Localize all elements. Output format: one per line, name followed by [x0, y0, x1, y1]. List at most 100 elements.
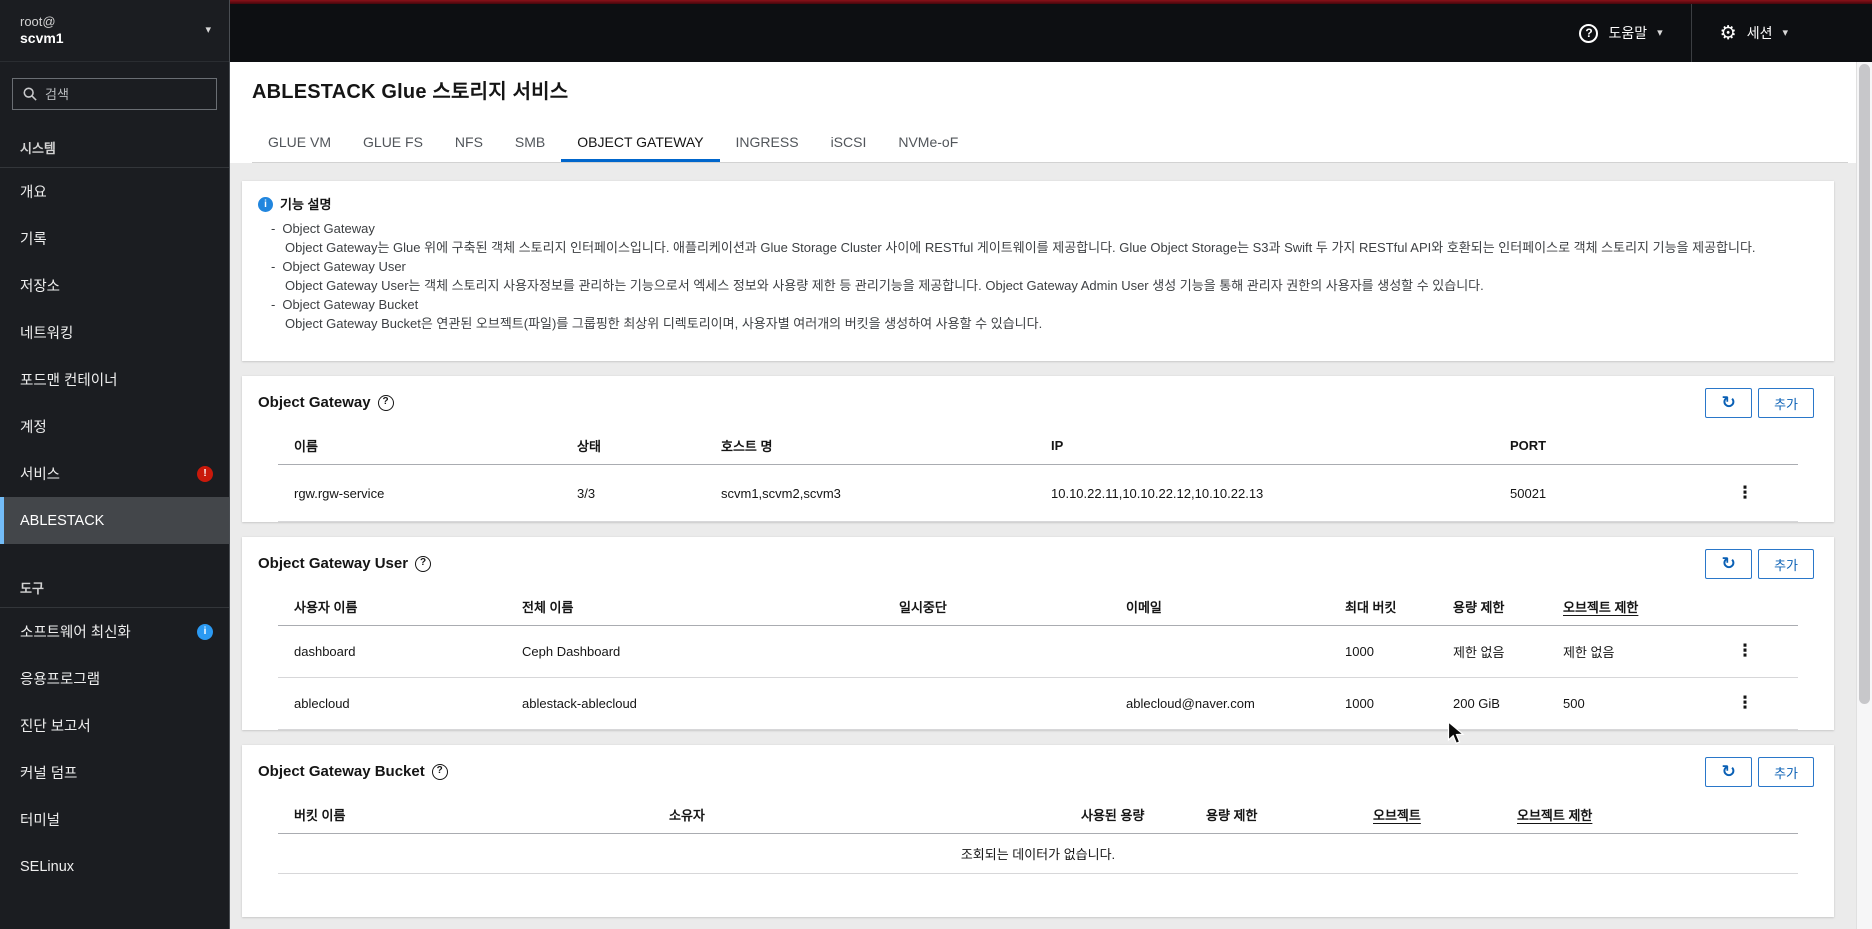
- help-menu-button[interactable]: ? 도움말 ▾: [1551, 4, 1690, 62]
- sidebar-item-podman[interactable]: 포드맨 컨테이너: [0, 356, 229, 403]
- feature-term: Object Gateway User: [258, 257, 1814, 276]
- column-header: 오브젝트 제한: [1501, 793, 1798, 834]
- column-header: 사용된 용량: [1065, 793, 1190, 834]
- column-header: 용량 제한: [1190, 793, 1357, 834]
- sidebar-item-kernel-dump[interactable]: 커널 덤프: [0, 749, 229, 796]
- tab-smb[interactable]: SMB: [499, 125, 561, 162]
- column-header: 전체 이름: [506, 585, 883, 626]
- refresh-icon: ↻: [1721, 553, 1736, 573]
- feature-description-heading: i 기능 설명: [258, 195, 1814, 214]
- question-circle-icon[interactable]: ?: [377, 395, 394, 411]
- sidebar-item-software-updates[interactable]: 소프트웨어 최신화 i: [0, 608, 229, 655]
- table-header-row: 이름 상태 호스트 명 IP PORT: [278, 424, 1798, 465]
- cell-gateway-status: 3/3: [561, 464, 705, 522]
- sidebar-item-label: 개요: [20, 185, 47, 201]
- tab-object-gateway[interactable]: OBJECT GATEWAY: [561, 125, 720, 162]
- cell-username: dashboard: [278, 625, 506, 678]
- sidebar-item-services[interactable]: 서비스 !: [0, 450, 229, 497]
- page-title: ABLESTACK Glue 스토리지 서비스: [252, 81, 569, 103]
- tab-glue-vm[interactable]: GLUE VM: [252, 125, 347, 162]
- feature-desc: Object Gateway Bucket은 연관된 오브젝트(파일)를 그룹핑…: [285, 316, 1043, 331]
- refresh-button[interactable]: ↻: [1705, 388, 1753, 418]
- add-user-button[interactable]: 추가: [1758, 549, 1814, 579]
- help-icon: ?: [1579, 23, 1599, 43]
- nav-section-system: 시스템: [0, 128, 229, 168]
- column-header: IP: [1035, 424, 1494, 465]
- cards-container: i 기능 설명 Object Gateway Object Gateway는 G…: [230, 163, 1856, 917]
- object-gateway-bucket-table: 버킷 이름 소유자 사용된 용량 용량 제한 오브젝트 오브젝트 제한 조회되는…: [278, 793, 1798, 874]
- kebab-menu-button[interactable]: ⋮: [1727, 641, 1764, 662]
- table-row: dashboard Ceph Dashboard 1000 제한 없음 제한 없…: [278, 625, 1798, 678]
- help-label: 도움말: [1608, 25, 1648, 41]
- object-gateway-bucket-actions: ↻ 추가: [1705, 757, 1814, 787]
- feature-desc: Object Gateway User는 객체 스토리지 사용자정보를 관리하는…: [285, 278, 1484, 293]
- refresh-button[interactable]: ↻: [1705, 757, 1753, 787]
- account-menu[interactable]: root@ scvm1 ▾: [0, 0, 229, 62]
- table-row: rgw.rgw-service 3/3 scvm1,scvm2,scvm3 10…: [278, 464, 1798, 522]
- column-header: 버킷 이름: [278, 793, 653, 834]
- refresh-icon: ↻: [1721, 392, 1736, 412]
- cell-quota: 200 GiB: [1437, 677, 1547, 730]
- tab-nvme-of[interactable]: NVMe-oF: [882, 125, 974, 162]
- object-gateway-user-card: Object Gateway User ? ↻ 추가 사용자 이름 전체 이름: [242, 537, 1834, 730]
- object-gateway-card-header: Object Gateway ? ↻ 추가: [242, 376, 1834, 424]
- login-hostname: scvm1: [20, 29, 64, 46]
- kebab-icon: ⋮: [1736, 641, 1754, 661]
- kebab-menu-button[interactable]: ⋮: [1727, 483, 1764, 504]
- feature-description-title: 기능 설명: [280, 197, 332, 212]
- session-menu-button[interactable]: ⚙ 세션 ▾: [1692, 4, 1816, 62]
- cell-email: [1110, 625, 1329, 678]
- page-header: ABLESTACK Glue 스토리지 서비스 GLUE VM GLUE FS …: [230, 62, 1856, 163]
- add-bucket-button[interactable]: 추가: [1758, 757, 1814, 787]
- add-gateway-button[interactable]: 추가: [1758, 388, 1814, 418]
- sidebar-item-label: 커널 덤프: [20, 766, 78, 782]
- ablestack-console: root@ scvm1 ▾ 시스템 개요 기록 저장소 네트워킹 포드맨 컨테이…: [0, 0, 1872, 929]
- object-gateway-actions: ↻ 추가: [1705, 388, 1814, 418]
- tab-nfs[interactable]: NFS: [439, 125, 499, 162]
- sidebar-item-applications[interactable]: 응용프로그램: [0, 655, 229, 702]
- gear-icon: ⚙: [1719, 22, 1737, 44]
- question-circle-icon[interactable]: ?: [431, 764, 448, 780]
- cell-gateway-hosts: scvm1,scvm2,scvm3: [705, 464, 1035, 522]
- table-header-row: 사용자 이름 전체 이름 일시중단 이메일 최대 버킷 용량 제한 오브젝트 제…: [278, 585, 1798, 626]
- question-circle-icon[interactable]: ?: [415, 556, 432, 572]
- object-gateway-bucket-card: Object Gateway Bucket ? ↻ 추가 버킷 이름 소유자 사…: [242, 745, 1834, 917]
- column-header: 이름: [278, 424, 561, 465]
- logged-in-identity: root@ scvm1: [20, 14, 64, 48]
- sidebar-item-ablestack[interactable]: ABLESTACK: [0, 497, 229, 544]
- sidebar-item-overview[interactable]: 개요: [0, 168, 229, 215]
- sidebar-item-accounts[interactable]: 계정: [0, 403, 229, 450]
- sidebar-item-selinux[interactable]: SELinux: [0, 843, 229, 890]
- sidebar-item-label: 진단 보고서: [20, 719, 91, 735]
- sidebar-item-label: SELinux: [20, 858, 75, 875]
- search-input[interactable]: [45, 86, 221, 102]
- cell-max-buckets: 1000: [1329, 625, 1437, 678]
- sidebar-item-networking[interactable]: 네트워킹: [0, 309, 229, 356]
- tab-glue-fs[interactable]: GLUE FS: [347, 125, 439, 162]
- kebab-menu-button[interactable]: ⋮: [1727, 693, 1764, 714]
- sidebar-item-storage[interactable]: 저장소: [0, 262, 229, 309]
- scrollbar-thumb[interactable]: [1859, 64, 1870, 704]
- column-header: 오브젝트: [1357, 793, 1501, 834]
- info-icon: i: [258, 197, 273, 212]
- sidebar-item-terminal[interactable]: 터미널: [0, 796, 229, 843]
- cell-suspended: [883, 677, 1110, 730]
- tab-ingress[interactable]: INGRESS: [720, 125, 815, 162]
- column-header: 오브젝트 제한: [1547, 585, 1692, 626]
- feature-term: Object Gateway: [258, 219, 1814, 238]
- sidebar-item-logs[interactable]: 기록: [0, 215, 229, 262]
- object-gateway-user-table: 사용자 이름 전체 이름 일시중단 이메일 최대 버킷 용량 제한 오브젝트 제…: [278, 585, 1798, 730]
- refresh-button[interactable]: ↻: [1705, 549, 1753, 579]
- object-gateway-title: Object Gateway ?: [258, 388, 394, 418]
- object-gateway-user-title: Object Gateway User ?: [258, 549, 432, 579]
- login-user: root@: [20, 13, 56, 29]
- sidebar-item-diagnostic-reports[interactable]: 진단 보고서: [0, 702, 229, 749]
- feature-desc: Object Gateway는 Glue 위에 구축된 객체 스토리지 인터페이…: [285, 240, 1756, 255]
- tab-iscsi[interactable]: iSCSI: [815, 125, 883, 162]
- table-row: ablecloud ablestack-ablecloud ablecloud@…: [278, 677, 1798, 730]
- main-content: ABLESTACK Glue 스토리지 서비스 GLUE VM GLUE FS …: [230, 62, 1856, 929]
- column-header: 사용자 이름: [278, 585, 506, 626]
- column-header: 이메일: [1110, 585, 1329, 626]
- card-title-text: Object Gateway User: [258, 555, 409, 572]
- kebab-icon: ⋮: [1736, 693, 1754, 713]
